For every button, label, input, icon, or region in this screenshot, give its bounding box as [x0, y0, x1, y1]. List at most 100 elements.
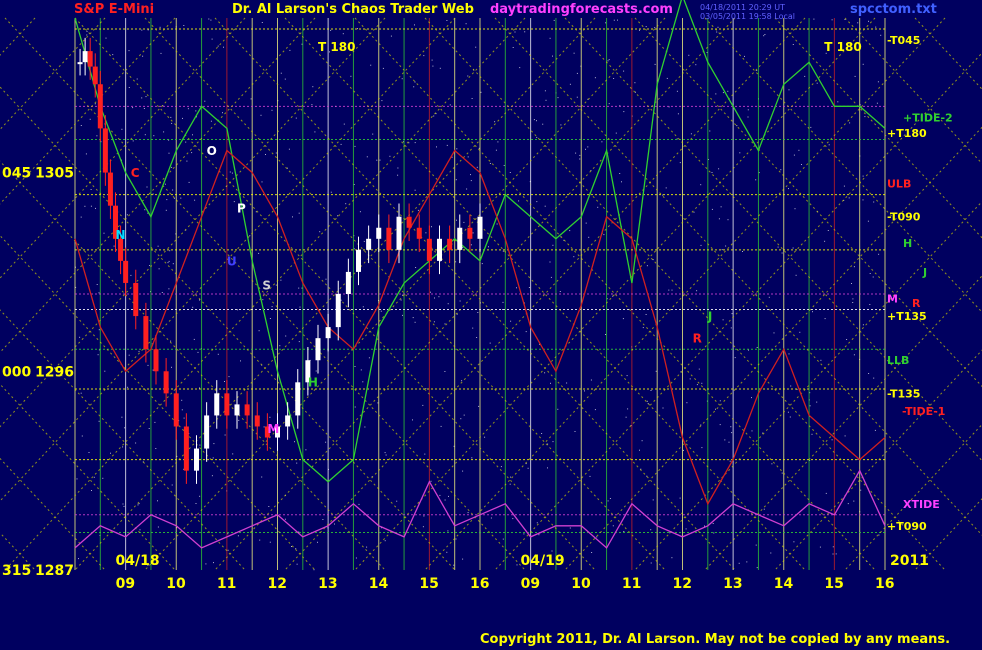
star-dot [212, 457, 214, 459]
star-dot [285, 335, 287, 337]
star-dot [573, 52, 575, 54]
star-dot [170, 116, 172, 118]
star-dot [382, 67, 384, 69]
star-dot [715, 408, 716, 410]
star-dot [86, 30, 88, 32]
star-dot [455, 261, 457, 263]
star-dot [127, 386, 129, 388]
star-dot [484, 436, 486, 438]
candle-body [82, 51, 88, 63]
star-dot [744, 55, 745, 57]
x-tick-label: 15 [824, 576, 843, 592]
star-dot [462, 470, 464, 472]
star-dot [777, 246, 779, 248]
star-dot [199, 495, 201, 497]
star-dot [171, 122, 173, 124]
x-tick-label: 14 [774, 576, 794, 592]
x-tick-label: 12 [268, 576, 287, 592]
star-dot [186, 160, 188, 162]
star-dot [478, 405, 480, 407]
star-dot [414, 321, 416, 323]
star-dot [444, 323, 446, 325]
star-dot [716, 31, 718, 33]
star-dot [170, 340, 172, 342]
star-dot [423, 55, 425, 57]
star-dot [181, 399, 183, 401]
star-dot [325, 278, 327, 280]
right-label: +T180 [887, 127, 927, 140]
star-dot [444, 371, 446, 372]
star-dot [354, 145, 356, 147]
star-dot [768, 296, 770, 298]
star-dot [763, 508, 765, 510]
star-dot [362, 381, 364, 383]
star-dot [91, 490, 92, 491]
star-dot [541, 433, 543, 434]
star-dot [379, 159, 381, 161]
star-dot [646, 265, 648, 267]
star-dot [359, 211, 361, 213]
star-dot [597, 206, 599, 208]
star-dot [167, 262, 169, 264]
star-dot [462, 558, 464, 560]
star-dot [510, 476, 512, 478]
star-dot [696, 384, 698, 386]
y-label-angle: 000 [2, 364, 31, 380]
star-dot [385, 454, 387, 456]
star-dot [869, 273, 871, 274]
star-dot [609, 498, 611, 499]
star-dot [460, 418, 462, 420]
star-dot [78, 558, 79, 560]
star-dot [666, 77, 668, 79]
star-dot [128, 50, 130, 52]
star-dot [123, 505, 125, 507]
star-dot [298, 212, 300, 214]
star-dot [717, 26, 719, 28]
star-dot [97, 354, 99, 356]
x-tick-label: 12 [673, 576, 692, 592]
annotation-label: R [693, 332, 702, 346]
star-dot [271, 306, 273, 308]
star-dot [390, 35, 392, 37]
star-dot [343, 123, 345, 125]
star-dot [350, 75, 352, 77]
star-dot [211, 38, 213, 40]
star-dot [780, 169, 782, 171]
candle-body [356, 249, 361, 272]
star-dot [223, 46, 224, 48]
star-dot [868, 373, 870, 374]
star-dot [477, 312, 479, 313]
star-dot [771, 463, 773, 465]
candle-body [376, 227, 382, 239]
star-dot [86, 34, 88, 36]
star-dot [671, 289, 673, 291]
star-dot [472, 327, 474, 329]
star-dot [698, 368, 700, 370]
star-dot [355, 557, 357, 559]
star-dot [812, 311, 813, 313]
candle-body [183, 426, 189, 471]
star-dot [622, 318, 624, 320]
star-dot [183, 417, 185, 419]
star-dot [269, 416, 271, 418]
star-dot [832, 546, 834, 548]
star-dot [536, 136, 538, 138]
star-dot [527, 467, 529, 469]
star-dot [751, 430, 753, 432]
star-dot [357, 28, 358, 30]
star-dot [172, 263, 174, 265]
star-dot [269, 318, 271, 319]
star-dot [85, 153, 87, 155]
star-dot [736, 125, 738, 127]
star-dot [734, 357, 736, 359]
star-dot [103, 232, 105, 234]
star-dot [605, 334, 606, 335]
star-dot [867, 220, 869, 222]
star-dot [195, 503, 197, 504]
star-dot [231, 172, 233, 174]
author-title: Dr. Al Larson's Chaos Trader Web [232, 2, 474, 17]
star-dot [449, 104, 451, 106]
star-dot [781, 472, 783, 474]
star-dot [518, 200, 520, 202]
star-dot [414, 24, 415, 26]
